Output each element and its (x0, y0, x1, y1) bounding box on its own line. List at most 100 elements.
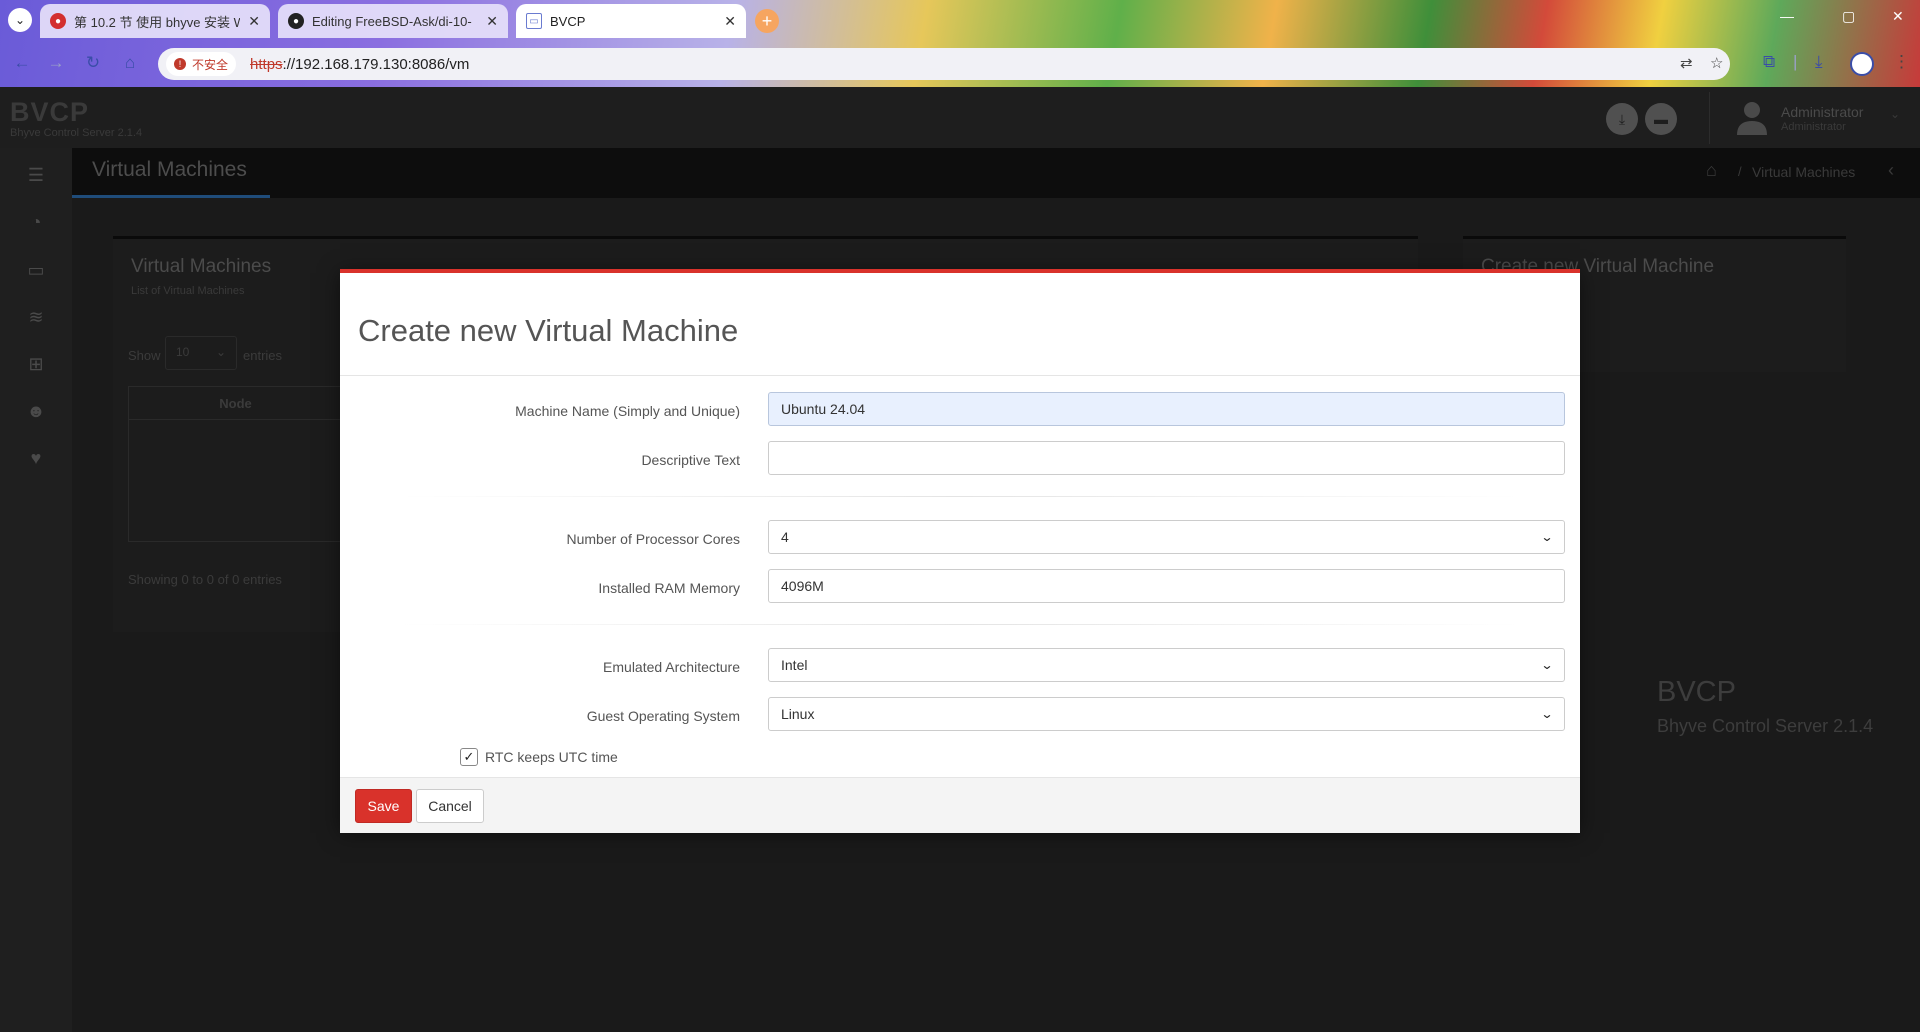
vm-list-title: Virtual Machines (131, 256, 272, 277)
modal-title: Create new Virtual Machine (358, 313, 739, 348)
download-icon[interactable]: ⤓ (1606, 103, 1638, 135)
cores-value: 4 (781, 529, 789, 545)
show-label: Show (128, 348, 161, 363)
warning-icon: ! (174, 58, 186, 70)
translate-icon[interactable]: ⇄ (1680, 54, 1693, 72)
chevron-down-icon: ⌄ (14, 13, 26, 27)
chevron-left-icon[interactable]: ‹ (1888, 160, 1894, 181)
app-logo-title[interactable]: BVCP (10, 97, 89, 128)
chevron-down-icon: ⌄ (1540, 658, 1554, 672)
tab-title: Editing FreeBSD-Ask/di-10- (312, 13, 472, 29)
console-icon[interactable]: ▬ (1645, 103, 1677, 135)
showing-entries-text: Showing 0 to 0 of 0 entries (128, 572, 282, 587)
guest-os-label: Guest Operating System (586, 708, 740, 724)
arrow-left-icon: ← (13, 53, 31, 72)
url-scheme: https (250, 55, 283, 73)
footer-brand-subtitle: Bhyve Control Server 2.1.4 (1657, 716, 1874, 736)
modal-footer: Save Cancel (340, 777, 1580, 833)
tab-title: 第 10.2 节 使用 bhyve 安装 W (74, 14, 241, 30)
close-tab-icon[interactable]: ✕ (248, 13, 260, 30)
reload-button[interactable]: ↻ (80, 50, 106, 76)
machine-name-label: Machine Name (Simply and Unique) (515, 403, 740, 419)
rtc-utc-checkbox[interactable]: ✓ (460, 748, 478, 766)
entries-value: 10 (176, 345, 190, 359)
reload-icon: ↻ (85, 53, 101, 72)
profile-avatar[interactable] (1850, 52, 1874, 76)
tab-bhyve-docs[interactable]: ● 第 10.2 节 使用 bhyve 安装 W ✕ (40, 4, 270, 38)
home-button[interactable]: ⌂ (117, 50, 143, 76)
app-logo-subtitle: Bhyve Control Server 2.1.4 (10, 127, 143, 139)
architecture-select[interactable]: Intel ⌄ (768, 648, 1565, 682)
url-text[interactable]: https://192.168.179.130:8086/vm (250, 56, 469, 73)
forward-button[interactable]: → (43, 50, 69, 76)
network-icon[interactable]: ⊞ (22, 352, 50, 376)
table-header-node[interactable]: Node (128, 386, 343, 420)
tab-strip: ⌄ ● 第 10.2 节 使用 bhyve 安装 W ✕ ● Editing F… (0, 0, 1920, 40)
create-vm-modal: Create new Virtual Machine Machine Name … (340, 269, 1580, 833)
form-divider (400, 496, 1520, 497)
back-button[interactable]: ← (9, 50, 35, 76)
arrow-right-icon: → (47, 53, 65, 72)
heartbeat-icon[interactable]: ♥ (22, 446, 50, 470)
tab-bvcp[interactable]: ▭ BVCP ✕ (516, 4, 746, 38)
footer-brand-title: BVCP (1657, 676, 1736, 708)
user-avatar-icon[interactable] (1735, 99, 1769, 137)
ram-value: 4096M (781, 578, 824, 594)
tab-search-button[interactable]: ⌄ (8, 8, 32, 32)
database-icon[interactable]: ≋ (22, 305, 50, 329)
site-favicon-icon: ● (50, 13, 66, 29)
user-role: Administrator (1781, 121, 1846, 133)
address-bar[interactable]: ! 不安全 https://192.168.179.130:8086/vm ⇄ … (158, 48, 1730, 80)
description-input[interactable] (768, 441, 1565, 475)
user-name[interactable]: Administrator (1781, 104, 1863, 120)
new-tab-button[interactable]: + (755, 9, 779, 33)
cores-select[interactable]: 4 ⌄ (768, 520, 1565, 554)
sidebar: ☰ ◔ ▭ ≋ ⊞ ☻ ♥ (0, 148, 72, 1032)
vm-list-subtitle: List of Virtual Machines (131, 285, 245, 297)
rtc-utc-label[interactable]: RTC keeps UTC time (485, 749, 618, 765)
github-icon: ● (288, 13, 304, 29)
toolbar-divider: | (1793, 52, 1798, 71)
guest-os-value: Linux (781, 706, 815, 722)
close-tab-icon[interactable]: ✕ (724, 13, 736, 30)
ram-label: Installed RAM Memory (598, 580, 740, 596)
more-menu-icon[interactable]: ⋮ (1893, 52, 1910, 72)
home-icon: ⌂ (124, 53, 136, 72)
close-window-icon[interactable]: ✕ (1892, 8, 1904, 25)
url-rest: ://192.168.179.130:8086/vm (282, 55, 470, 73)
cancel-button[interactable]: Cancel (416, 789, 484, 823)
machine-name-input[interactable]: Ubuntu 24.04 (768, 392, 1565, 426)
users-icon[interactable]: ☻ (22, 399, 50, 423)
entries-select[interactable]: 10 ⌄ (165, 336, 237, 370)
tab-title: BVCP (550, 13, 586, 29)
entries-label: entries (243, 348, 283, 363)
checkmark-icon: ✓ (463, 749, 475, 764)
tab-github-editing[interactable]: ● Editing FreeBSD-Ask/di-10- ✕ (278, 4, 508, 38)
save-button[interactable]: Save (355, 789, 412, 823)
breadcrumb-current: Virtual Machines (1752, 164, 1856, 180)
download-icon[interactable]: ⤓ (1815, 52, 1823, 72)
guest-os-select[interactable]: Linux ⌄ (768, 697, 1565, 731)
architecture-value: Intel (781, 657, 808, 673)
star-icon[interactable]: ☆ (1710, 54, 1723, 72)
extensions-icon[interactable]: ⧉ (1763, 52, 1775, 72)
modal-header: Create new Virtual Machine (340, 273, 1580, 376)
dashboard-icon[interactable]: ◔ (22, 210, 50, 234)
close-tab-icon[interactable]: ✕ (486, 13, 498, 30)
page-titlebar (72, 148, 1920, 198)
chevron-down-icon: ⌄ (1540, 707, 1554, 721)
ram-input[interactable]: 4096M (768, 569, 1565, 603)
chevron-down-icon: ⌄ (1540, 530, 1554, 544)
menu-toggle-icon[interactable]: ☰ (22, 163, 50, 187)
plus-icon: + (761, 10, 773, 31)
monitor-favicon-icon: ▭ (526, 13, 542, 29)
monitor-icon[interactable]: ▭ (22, 258, 50, 282)
maximize-icon[interactable]: ▢ (1842, 8, 1855, 25)
chevron-down-icon[interactable]: ⌄ (1890, 107, 1900, 121)
security-chip[interactable]: ! 不安全 (166, 52, 237, 76)
minimize-icon[interactable]: — (1780, 8, 1794, 24)
page-title: Virtual Machines (92, 158, 247, 181)
home-icon[interactable]: ⌂ (1706, 160, 1717, 181)
security-label: 不安全 (192, 57, 229, 72)
description-label: Descriptive Text (641, 452, 740, 468)
